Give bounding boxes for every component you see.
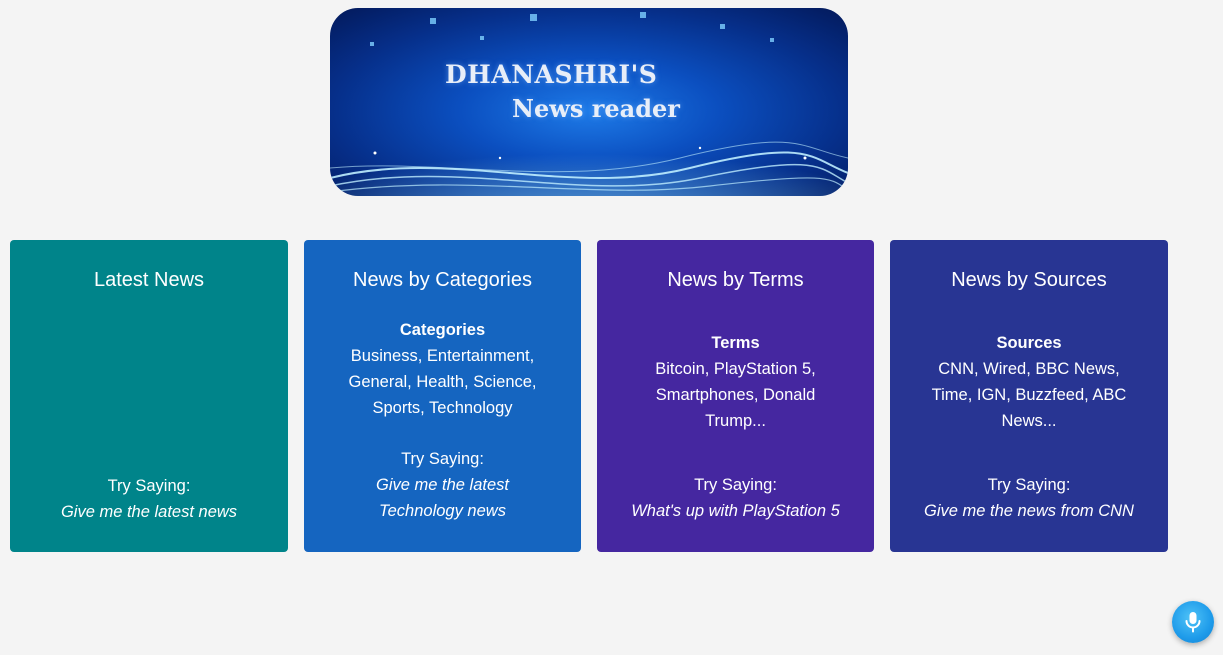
banner-title: DHANASHRI'S <box>445 60 658 89</box>
card-title: News by Sources <box>951 269 1107 291</box>
try-saying-label: Try Saying: <box>694 476 777 494</box>
microphone-icon <box>1185 612 1201 633</box>
card-title: Latest News <box>93 269 205 291</box>
info-text: Bitcoin, PlayStation 5, Smartphones, Don… <box>655 360 816 430</box>
info-text: CNN, Wired, BBC News, Time, IGN, Buzzfee… <box>931 360 1127 430</box>
try-saying-block: Try Saying: Give me the latest Technolog… <box>324 446 561 524</box>
try-saying-example: Give me the news from CNN <box>924 502 1134 520</box>
info-heading: Sources <box>996 334 1062 352</box>
banner-subtitle: News reader <box>512 94 680 123</box>
try-saying-example: Give me the latest news <box>60 503 238 521</box>
sources-info: Sources CNN, Wired, BBC News, Time, IGN,… <box>924 330 1134 434</box>
info-heading: Terms <box>711 334 760 352</box>
try-saying-label: Try Saying: <box>107 477 191 495</box>
news-reader-page: DHANASHRI'S News reader Latest News Try … <box>0 0 1223 655</box>
info-heading: Categories <box>399 321 486 339</box>
news-by-categories-card[interactable]: News by Categories Categories Business, … <box>304 240 581 552</box>
try-saying-block: Try Saying: Give me the latest news <box>30 473 268 525</box>
try-saying-block: Try Saying: Give me the news from CNN <box>900 472 1158 524</box>
card-title: News by Categories <box>353 269 532 291</box>
info-text: Business, Entertainment, General, Health… <box>348 347 537 417</box>
news-by-terms-card[interactable]: News by Terms Terms Bitcoin, PlayStation… <box>597 240 874 552</box>
terms-info: Terms Bitcoin, PlayStation 5, Smartphone… <box>643 330 828 434</box>
banner-image: DHANASHRI'S News reader <box>330 8 848 196</box>
latest-news-card[interactable]: Latest News Try Saying: Give me the late… <box>10 240 288 552</box>
categories-info: Categories Business, Entertainment, Gene… <box>338 317 547 421</box>
try-saying-label: Try Saying: <box>401 450 484 468</box>
card-title: News by Terms <box>667 269 804 291</box>
try-saying-example: What's up with PlayStation 5 <box>631 502 840 520</box>
try-saying-example: Give me the latest Technology news <box>376 476 509 520</box>
microphone-button[interactable] <box>1172 601 1214 643</box>
news-by-sources-card[interactable]: News by Sources Sources CNN, Wired, BBC … <box>890 240 1168 552</box>
try-saying-label: Try Saying: <box>987 476 1071 494</box>
try-saying-block: Try Saying: What's up with PlayStation 5 <box>607 472 864 524</box>
